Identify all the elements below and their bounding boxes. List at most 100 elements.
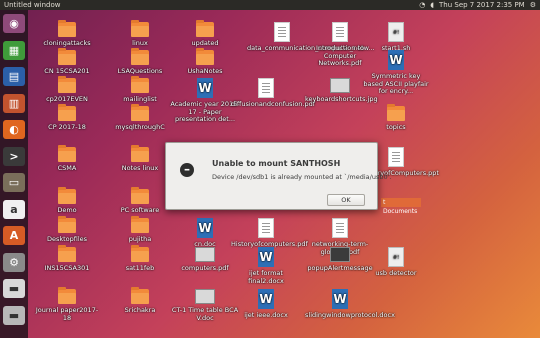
desktop-item-label: topics [386,123,406,131]
desktop-item[interactable]: diffusionandconfusion.pdf [231,78,316,109]
word-icon: W [258,247,274,267]
ok-button[interactable]: OK [327,194,365,206]
desktop-item[interactable]: keyboardshortcuts.jpg [305,78,378,104]
folder-icon [58,287,76,304]
launcher-files-icon[interactable]: ▭ [3,173,25,192]
launcher-trash-icon[interactable]: ▬ [3,305,25,325]
desktop-item-label: cloningattacks [43,39,91,47]
folder-icon [58,48,76,65]
desktop-item-label: CN 15CSA201 [44,67,90,75]
desktop-item-label: LSAQuestions [117,67,163,75]
desktop-item[interactable]: topics [361,104,431,132]
launcher-amazon-icon[interactable]: a [3,199,25,219]
launcher-spreadsheet-icon[interactable]: ▦ [3,40,25,60]
desktop-item[interactable]: updated [170,20,240,48]
desktop-item[interactable]: pujitha [105,216,175,244]
desktop-item-label: mailinglist [123,95,157,103]
desktop-item-label: pujitha [128,235,152,243]
folder-icon [196,20,214,37]
desktop-item[interactable]: INS15CSA301 [32,245,102,273]
desktop-item-label: Srichakra [124,306,156,314]
launcher-drive-icon[interactable]: ▬ [3,279,25,298]
desktop-item[interactable]: W Academic year 2016-17 - Paper presentat… [170,78,240,124]
desktop-item[interactable]: LSAQuestions [105,48,175,76]
gear-icon[interactable]: ⚙ [530,0,536,10]
desktop-item[interactable]: cp2017EVEN [32,76,102,104]
launcher-impress-icon[interactable]: ▥ [3,93,25,113]
launcher-firefox-icon[interactable]: ◐ [3,120,25,139]
desktop-item-label: INS15CSA301 [44,264,90,272]
desktop-item[interactable]: Wslidingwindowprotocol.docx [305,289,395,320]
desktop-item[interactable]: #! start1.sh [361,22,431,53]
desktop-item[interactable]: CN 15CSA201 [32,48,102,76]
launcher-settings-icon[interactable]: ⚙ [3,252,25,272]
folder-icon [58,216,76,233]
desktop-item[interactable]: UshaNotes [170,48,240,76]
folder-icon [131,48,149,65]
desktop-item-label: Academic year 2016-17 - Paper presentati… [170,100,240,123]
image-icon [195,247,215,262]
window-title: Untitled window [4,1,61,9]
file-label-highlighted[interactable]: t Documents [381,198,421,215]
desktop-item-label: ijet ieee.docx [244,311,288,319]
desktop-item-label: CP 2017-18 [48,123,86,131]
folder-icon [131,76,149,93]
pdf-icon [258,218,274,238]
desktop-item[interactable]: sat11feb [105,245,175,273]
launcher-software-center-icon[interactable]: A [3,226,25,245]
desktop-item[interactable]: Journal paper2017-18 [32,287,102,322]
desktop-item[interactable]: CSMA [32,145,102,173]
launcher: ◉ ▦ ▤ ▥ ◐ > ▭ a A ⚙ ▬ ▬ [0,10,28,338]
word-icon: W [388,50,404,70]
network-icon[interactable]: ◔ [419,0,425,10]
desktop-item[interactable]: Desktopfiles [32,216,102,244]
desktop-item-label: CT-1 Time table BCA V.doc [171,306,239,322]
desktop-item-label: cp2017EVEN [46,95,88,103]
desktop-item[interactable]: linux [105,20,175,48]
desktop-item[interactable]: CP 2017-18 [32,104,102,132]
desktop-item[interactable]: Srichakra [105,287,175,315]
desktop-item-label: UshaNotes [187,67,223,75]
desktop-item-label: Journal paper2017-18 [35,306,99,322]
launcher-writer-icon[interactable]: ▤ [3,67,25,86]
desktop-item[interactable]: Wijet format final2.docx [231,247,301,285]
desktop-item[interactable]: Wijet ieee.docx [231,289,301,320]
folder-icon [131,187,149,204]
word-icon: W [258,289,274,309]
desktop-item[interactable]: mysqlthroughC [105,104,175,132]
desktop-item-label: Desktopfiles [46,235,88,243]
pdf-icon [332,218,348,238]
desktop-item[interactable]: CT-1 Time table BCA V.doc [170,289,240,322]
desktop-item-label: slidingwindowprotocol.docx [305,311,395,319]
sound-icon[interactable]: ◖ [430,0,434,10]
desktop-item-label: updated [191,39,219,47]
launcher-terminal-icon[interactable]: > [3,146,25,166]
top-panel: Untitled window ◔ ◖ Thu Sep 7 2017 2:35 … [0,0,540,10]
folder-icon [58,187,76,204]
image-icon [330,78,350,93]
desktop-item-label: diffusionandconfusion.pdf [231,100,316,108]
desktop-item-label: Demo [57,206,77,214]
image-icon [195,289,215,304]
minus-circle-icon: – [180,163,194,177]
folder-icon [131,287,149,304]
word-icon: W [332,289,348,309]
desktop-item[interactable]: Wcn.doc [170,218,240,249]
image-dark-icon [330,247,350,262]
clock[interactable]: Thu Sep 7 2017 2:35 PM [439,0,525,10]
desktop-item[interactable]: Demo [32,187,102,215]
desktop-item-label: keyboardshortcuts.jpg [305,95,378,103]
folder-icon [131,20,149,37]
mount-error-dialog: – Unable to mount SANTHOSH Device /dev/s… [165,142,391,210]
desktop-item[interactable]: Historyofcomputers.pdf [231,218,308,249]
folder-icon [387,104,405,121]
script-icon: #! [388,22,404,42]
desktop-item[interactable]: #! usb detector [361,247,431,278]
desktop-item[interactable]: computers.pdf [170,247,240,273]
desktop-item[interactable]: mailinglist [105,76,175,104]
folder-icon [196,48,214,65]
desktop-item-label: linux [132,39,148,47]
launcher-ubuntu-home-icon[interactable]: ◉ [3,14,25,33]
desktop-item[interactable]: cloningattacks [32,20,102,48]
word-icon: W [197,78,213,98]
